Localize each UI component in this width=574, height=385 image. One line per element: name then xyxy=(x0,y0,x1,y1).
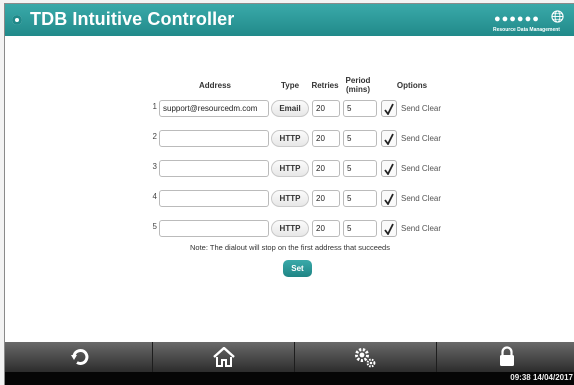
send-clear-label: Send Clear xyxy=(401,134,442,143)
type-button[interactable]: HTTP xyxy=(271,220,309,237)
status-bar: 09:38 14/04/2017 xyxy=(5,372,574,385)
row-number: 4 xyxy=(152,192,157,201)
header-options: Options xyxy=(396,81,428,90)
period-input[interactable] xyxy=(343,130,377,147)
lock-icon xyxy=(500,346,514,366)
retries-input[interactable] xyxy=(312,160,340,177)
type-button[interactable]: HTTP xyxy=(271,160,309,177)
checkmark-icon xyxy=(384,163,394,175)
checkmark-icon xyxy=(384,223,394,235)
address-input[interactable] xyxy=(159,220,269,237)
settings-icon xyxy=(355,348,376,368)
type-button[interactable]: HTTP xyxy=(271,130,309,147)
retries-input[interactable] xyxy=(312,130,340,147)
dialout-settings-panel: Address Type Retries Period (mins) Optio… xyxy=(5,36,574,342)
type-button[interactable]: Email xyxy=(271,100,309,117)
send-clear-label: Send Clear xyxy=(401,194,442,203)
row-number: 1 xyxy=(152,102,157,111)
back-button[interactable] xyxy=(5,342,153,372)
app-window: TDB Intuitive Controller ●●●●●● Resource… xyxy=(4,3,574,385)
address-input[interactable] xyxy=(159,160,269,177)
period-input[interactable] xyxy=(343,190,377,207)
send-clear-checkbox[interactable] xyxy=(381,220,397,237)
brand-dots: ●●●●●● xyxy=(494,13,540,25)
period-input[interactable] xyxy=(343,220,377,237)
send-clear-checkbox[interactable] xyxy=(381,190,397,207)
header-type: Type xyxy=(280,81,300,90)
home-icon xyxy=(213,347,235,367)
checkmark-icon xyxy=(384,103,394,115)
send-clear-checkbox[interactable] xyxy=(381,100,397,117)
period-input[interactable] xyxy=(343,160,377,177)
retries-input[interactable] xyxy=(312,100,340,117)
retries-input[interactable] xyxy=(312,220,340,237)
header-period: Period (mins) xyxy=(345,76,371,94)
back-icon xyxy=(71,349,89,365)
send-clear-label: Send Clear xyxy=(401,104,442,113)
settings-button[interactable] xyxy=(295,342,437,372)
type-button[interactable]: HTTP xyxy=(271,190,309,207)
app-title: TDB Intuitive Controller xyxy=(30,9,235,29)
lock-button[interactable] xyxy=(437,342,574,372)
row-number: 2 xyxy=(152,132,157,141)
bottom-nav-bar xyxy=(5,342,574,372)
row-number: 5 xyxy=(152,222,157,231)
send-clear-checkbox[interactable] xyxy=(381,130,397,147)
address-input[interactable] xyxy=(159,100,269,117)
send-clear-label: Send Clear xyxy=(401,164,442,173)
retries-input[interactable] xyxy=(312,190,340,207)
row-number: 3 xyxy=(152,162,157,171)
header-address: Address xyxy=(198,81,231,90)
brand-logo: ●●●●●● Resource Data Management xyxy=(493,9,573,35)
set-button[interactable]: Set xyxy=(283,260,312,277)
home-button[interactable] xyxy=(153,342,295,372)
brand-text: Resource Data Management xyxy=(493,27,560,33)
dialout-note: Note: The dialout will stop on the first… xyxy=(190,243,390,252)
send-clear-checkbox[interactable] xyxy=(381,160,397,177)
app-menu-icon[interactable] xyxy=(12,15,22,25)
checkmark-icon xyxy=(384,133,394,145)
checkmark-icon xyxy=(384,193,394,205)
period-input[interactable] xyxy=(343,100,377,117)
clock: 09:38 14/04/2017 xyxy=(510,373,573,382)
title-bar: TDB Intuitive Controller ●●●●●● Resource… xyxy=(5,4,574,36)
globe-icon xyxy=(551,10,564,23)
send-clear-label: Send Clear xyxy=(401,224,442,233)
address-input[interactable] xyxy=(159,130,269,147)
address-input[interactable] xyxy=(159,190,269,207)
header-retries: Retries xyxy=(311,81,339,90)
